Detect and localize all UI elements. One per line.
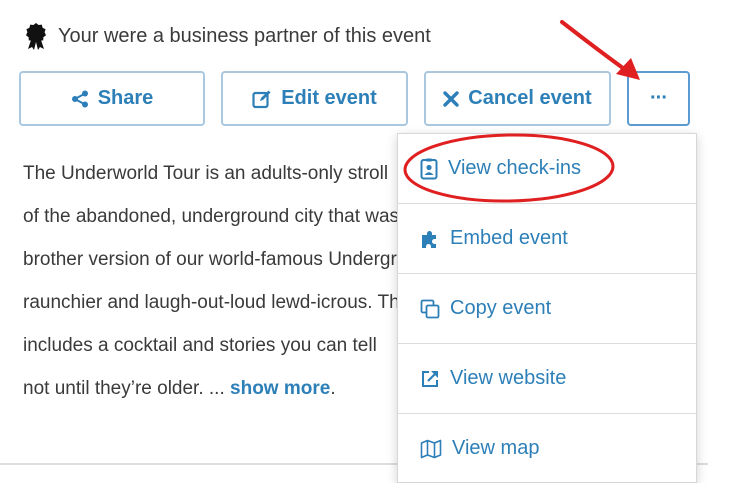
description-line: The Underworld Tour is an adults-only st… [23, 163, 389, 184]
map-icon [420, 439, 442, 459]
puzzle-icon [420, 229, 440, 249]
cancel-event-button-label: Cancel event [468, 87, 592, 109]
share-button-label: Share [97, 87, 154, 109]
menu-item-label: View map [452, 437, 540, 459]
description-line: includes a cocktail and stories you can … [23, 335, 377, 356]
menu-item-view-map[interactable]: View map [398, 414, 696, 483]
menu-item-label: Embed event [450, 227, 568, 249]
more-options-menu: View check-ins Embed event Copy event Vi… [397, 133, 697, 483]
menu-item-view-check-ins[interactable]: View check-ins [398, 134, 696, 203]
edit-event-button[interactable]: Edit event [221, 71, 408, 126]
menu-item-label: View website [450, 367, 567, 389]
id-badge-icon [420, 158, 438, 180]
annotation-arrow-icon [560, 20, 629, 73]
more-options-button[interactable]: ··· [627, 71, 690, 126]
description-line-text: not until they’re older. ... [23, 378, 231, 399]
share-button[interactable]: Share [19, 71, 205, 126]
partner-notice-text: Your were a business partner of this eve… [58, 24, 431, 47]
copy-icon [420, 299, 440, 319]
edit-event-button-label: Edit event [281, 87, 377, 109]
award-badge-icon [24, 22, 48, 50]
description-line: brother version of our world-famous Unde… [23, 249, 403, 270]
edit-icon [252, 89, 272, 109]
menu-item-view-website[interactable]: View website [398, 344, 696, 413]
description-line: of the abandoned, underground city that … [23, 206, 400, 227]
menu-item-embed-event[interactable]: Embed event [398, 204, 696, 273]
menu-item-label: View check-ins [448, 157, 582, 179]
description-end-punct: . [330, 378, 336, 399]
menu-item-label: Copy event [450, 297, 552, 319]
more-options-label: ··· [650, 87, 668, 109]
share-icon [71, 90, 89, 108]
close-icon [443, 90, 459, 107]
cancel-event-button[interactable]: Cancel event [424, 71, 611, 126]
external-link-icon [420, 369, 440, 389]
description-line: raunchier and laugh-out-loud lewd-icrous… [23, 292, 403, 313]
description-last-line: not until they’re older. ... show more. [23, 367, 403, 410]
menu-item-copy-event[interactable]: Copy event [398, 274, 696, 343]
partner-notice: Your were a business partner of this eve… [24, 22, 431, 50]
show-more-link[interactable]: show more [230, 378, 330, 399]
event-description: The Underworld Tour is an adults-only st… [23, 152, 403, 410]
